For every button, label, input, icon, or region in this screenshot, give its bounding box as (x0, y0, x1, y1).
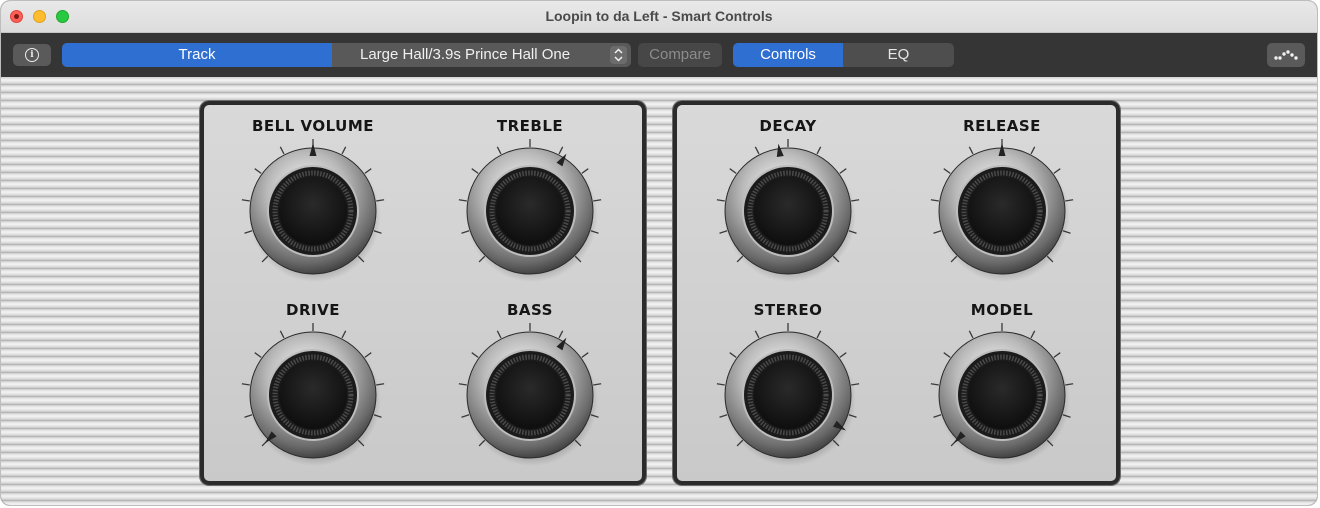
knob-tick (458, 199, 467, 202)
toolbar: i Track Large Hall/3.9s Prince Hall One … (1, 33, 1317, 77)
knob-tick (581, 168, 589, 174)
knob-model[interactable] (922, 315, 1082, 475)
knob-tick (839, 168, 847, 174)
knob-tick (729, 352, 737, 358)
compare-button[interactable]: Compare (638, 43, 722, 67)
knob-tick (254, 168, 262, 174)
knob-tick (943, 168, 951, 174)
knob-cap (279, 361, 347, 429)
knob-cap (968, 361, 1036, 429)
knob-tick (930, 383, 939, 386)
knob-tick (1030, 330, 1036, 339)
title-bar: Loopin to da Left - Smart Controls (1, 1, 1317, 33)
knob-tick (241, 383, 250, 386)
knob-tick (943, 352, 951, 358)
smart-controls-window: Loopin to da Left - Smart Controls i Tra… (0, 0, 1318, 506)
knob-tick (581, 352, 589, 358)
knob-bell-volume[interactable] (233, 131, 393, 291)
knob-release[interactable] (922, 131, 1082, 291)
knob-tick (716, 199, 725, 202)
knob-tick (254, 352, 262, 358)
knob-tick (558, 146, 564, 155)
tab-eq[interactable]: EQ (843, 43, 954, 67)
track-preset-bar: Track Large Hall/3.9s Prince Hall One (62, 43, 631, 67)
knob-tick (816, 146, 822, 155)
knob-drive[interactable] (233, 315, 393, 475)
knob-tick (930, 199, 939, 202)
knob-tick (968, 330, 974, 339)
knob-cap (968, 177, 1036, 245)
preset-popup[interactable]: Large Hall/3.9s Prince Hall One (332, 43, 631, 67)
info-button[interactable]: i (13, 44, 51, 66)
knob-tick (471, 168, 479, 174)
view-selector: Controls EQ (733, 43, 954, 67)
knob-treble[interactable] (450, 131, 610, 291)
knob-tick (1053, 352, 1061, 358)
knob-cap (496, 177, 564, 245)
automation-button[interactable] (1267, 43, 1305, 67)
knob-tick (458, 383, 467, 386)
knob-bass[interactable] (450, 315, 610, 475)
knob-tick (754, 330, 760, 339)
controls-area: BELL VOLUME TREBLE DRIVE BASS DECAY RELEASE ST… (1, 77, 1317, 505)
knob-tick (716, 383, 725, 386)
knob-cap (754, 177, 822, 245)
knob-tick (279, 146, 285, 155)
knob-tick (729, 168, 737, 174)
preset-name: Large Hall/3.9s Prince Hall One (360, 46, 571, 63)
tab-controls[interactable]: Controls (733, 43, 843, 67)
knob-tick (279, 330, 285, 339)
knob-cap (496, 361, 564, 429)
window-title: Loopin to da Left - Smart Controls (545, 8, 773, 24)
track-button[interactable]: Track (62, 43, 332, 67)
knob-tick (839, 352, 847, 358)
knob-tick (241, 199, 250, 202)
knob-cap (279, 177, 347, 245)
knob-tick (364, 168, 372, 174)
knob-tick (1053, 168, 1061, 174)
knob-tick (341, 146, 347, 155)
preset-stepper[interactable] (610, 46, 627, 64)
knob-tick (341, 330, 347, 339)
knob-stereo[interactable] (708, 315, 868, 475)
chevron-up-down-icon (614, 48, 623, 62)
knob-cap (754, 361, 822, 429)
knob-tick (1030, 146, 1036, 155)
knob-tick (754, 146, 760, 155)
knob-tick (816, 330, 822, 339)
knob-tick (496, 146, 502, 155)
automation-icon (1274, 50, 1298, 60)
knob-decay[interactable] (708, 131, 868, 291)
knob-tick (471, 352, 479, 358)
knob-tick (558, 330, 564, 339)
info-icon: i (25, 48, 39, 62)
knob-tick (496, 330, 502, 339)
knob-tick (968, 146, 974, 155)
knob-tick (364, 352, 372, 358)
